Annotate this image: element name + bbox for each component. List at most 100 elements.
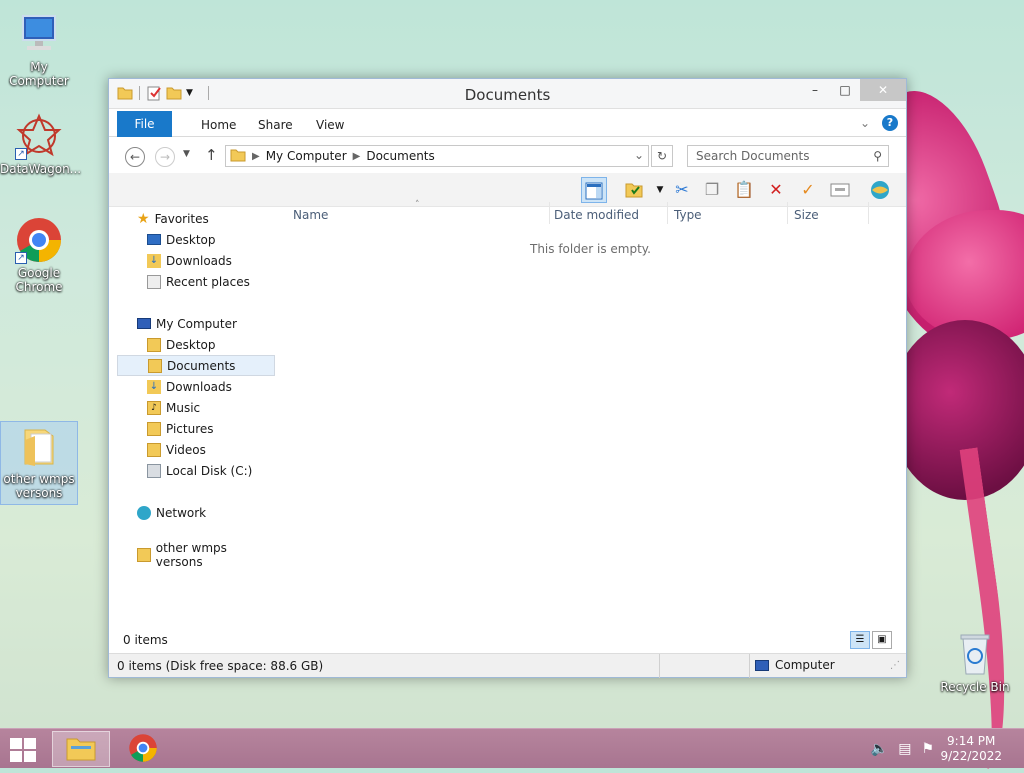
address-bar[interactable]: ▶ My Computer ▶ Documents ⌄ [225, 145, 649, 167]
chrome-icon [128, 733, 158, 766]
window-title: Documents [464, 86, 551, 104]
maximize-button[interactable]: □ [830, 79, 860, 101]
clock-date: 9/22/2022 [940, 749, 1002, 763]
nav-label: Documents [167, 358, 236, 373]
videos-folder-icon [147, 442, 161, 457]
copy-icon[interactable]: ❐ [699, 177, 725, 203]
desktop-icon-label: other wmps versons [3, 472, 75, 500]
chevron-right-icon[interactable]: ▶ [353, 151, 361, 162]
view-toggle: ☰ ▣ [850, 631, 892, 649]
desktop-icon-datawagon[interactable]: ↗ DataWagon... [0, 112, 82, 176]
nav-favorites[interactable]: ★ Favorites [117, 208, 275, 229]
nav-computer-downloads[interactable]: ↓ Downloads [117, 376, 275, 397]
nav-label: Network [156, 505, 207, 520]
nav-label: My Computer [156, 316, 237, 331]
nav-label: Pictures [166, 421, 214, 436]
empty-folder-message: This folder is empty. [530, 242, 651, 256]
column-divider[interactable] [787, 202, 788, 224]
tab-home[interactable]: Home [187, 113, 250, 137]
explorer-body: ★ Favorites Desktop ↓ Downloads Recent p… [109, 200, 906, 631]
nav-label: other wmps versons [155, 540, 227, 569]
desktop-icon-label: DataWagon... [0, 162, 82, 176]
recent-locations-icon[interactable]: ▼ [183, 149, 190, 159]
tab-share[interactable]: Share [244, 113, 307, 137]
system-tray: 🔈 ▤ ⚑ [871, 741, 934, 757]
large-icons-view-icon[interactable]: ▣ [872, 631, 892, 649]
network-icon [137, 505, 151, 520]
status-divider [659, 654, 660, 678]
close-button[interactable]: ✕ [860, 79, 906, 101]
expand-ribbon-icon[interactable]: ⌄ [860, 116, 870, 130]
network-status-icon[interactable]: ▤ [898, 741, 911, 757]
nav-computer-music[interactable]: ♪ Music [117, 397, 275, 418]
network-globe-icon[interactable] [867, 177, 893, 203]
column-date-modified[interactable]: Date modified [554, 208, 639, 222]
title-bar[interactable]: ▼ Documents – □ ✕ [109, 79, 906, 109]
address-row: ← → ▼ ↑ ▶ My Computer ▶ Documents ⌄ ↻ Se… [109, 137, 906, 173]
breadcrumb-documents[interactable]: Documents [366, 149, 434, 163]
column-name[interactable]: Name [293, 208, 328, 222]
status-zone-label: Computer [775, 658, 835, 672]
column-divider[interactable] [549, 202, 550, 224]
cut-icon[interactable]: ✂ [669, 177, 695, 203]
nav-computer-documents[interactable]: Documents [117, 355, 275, 376]
clock-time: 9:14 PM [947, 734, 996, 748]
start-button[interactable] [8, 737, 40, 763]
windows-logo-icon [10, 738, 22, 749]
tab-view[interactable]: View [302, 113, 358, 137]
taskbar-chrome[interactable] [114, 731, 172, 767]
breadcrumb-my-computer[interactable]: My Computer [266, 149, 347, 163]
windows-logo-icon [10, 751, 22, 762]
windows-logo-icon [24, 738, 36, 749]
address-dropdown-icon[interactable]: ⌄ [634, 148, 644, 162]
nav-favorites-desktop[interactable]: Desktop [117, 229, 275, 250]
nav-label: Downloads [166, 379, 232, 394]
search-input[interactable]: Search Documents ⚲ [687, 145, 889, 167]
nav-favorites-downloads[interactable]: ↓ Downloads [117, 250, 275, 271]
chevron-right-icon[interactable]: ▶ [252, 151, 260, 162]
column-size[interactable]: Size [794, 208, 819, 222]
status-zone: Computer [755, 658, 835, 672]
nav-label: Local Disk (C:) [166, 463, 253, 478]
delete-icon[interactable]: ✕ [763, 177, 789, 203]
taskbar-file-explorer[interactable] [52, 731, 110, 767]
desktop-icon-other-wmps-versons[interactable]: other wmps versons [0, 421, 78, 505]
back-button[interactable]: ← [125, 147, 145, 167]
clock[interactable]: 9:14 PM 9/22/2022 [940, 734, 1002, 764]
desktop-icon-recycle-bin[interactable]: Recycle Bin [936, 630, 1014, 694]
desktop-icon-my-computer[interactable]: My Computer [0, 10, 78, 88]
nav-computer-videos[interactable]: Videos [117, 439, 275, 460]
column-divider[interactable] [868, 202, 869, 224]
action-center-flag-icon[interactable]: ⚑ [921, 741, 934, 757]
nav-other-wmps-versons[interactable]: other wmps versons [117, 541, 275, 569]
details-view-icon[interactable]: ☰ [850, 631, 870, 649]
nav-computer-pictures[interactable]: Pictures [117, 418, 275, 439]
nav-label: Desktop [166, 232, 216, 247]
paste-icon[interactable]: 📋 [731, 177, 757, 203]
column-divider[interactable] [667, 202, 668, 224]
volume-icon[interactable]: 🔈 [871, 741, 888, 757]
up-icon[interactable]: ↑ [205, 146, 218, 164]
resize-grip-icon[interactable]: ⋰ [890, 660, 900, 671]
nav-favorites-recent-places[interactable]: Recent places [117, 271, 275, 292]
search-icon[interactable]: ⚲ [873, 146, 882, 166]
minimize-button[interactable]: – [800, 79, 830, 101]
preview-pane-icon[interactable] [581, 177, 607, 203]
folder-icon [15, 422, 63, 470]
rename-icon[interactable] [827, 177, 853, 203]
nav-computer-desktop[interactable]: Desktop [117, 334, 275, 355]
nav-my-computer[interactable]: My Computer [117, 313, 275, 334]
nav-computer-local-disk[interactable]: Local Disk (C:) [117, 460, 275, 481]
column-type[interactable]: Type [674, 208, 702, 222]
nav-network[interactable]: Network [117, 502, 275, 523]
status-detail: 0 items (Disk free space: 88.6 GB) [117, 659, 324, 673]
refresh-button[interactable]: ↻ [651, 145, 673, 167]
help-icon[interactable]: ? [882, 115, 898, 131]
tab-file[interactable]: File [117, 111, 172, 137]
checkmark-icon[interactable]: ✓ [795, 177, 821, 203]
desktop-icon-google-chrome[interactable]: ↗ Google Chrome [0, 216, 78, 294]
forward-button[interactable]: → [155, 147, 175, 167]
folder-options-icon[interactable] [621, 177, 647, 203]
taskbar: 🔈 ▤ ⚑ 9:14 PM 9/22/2022 [0, 728, 1024, 768]
